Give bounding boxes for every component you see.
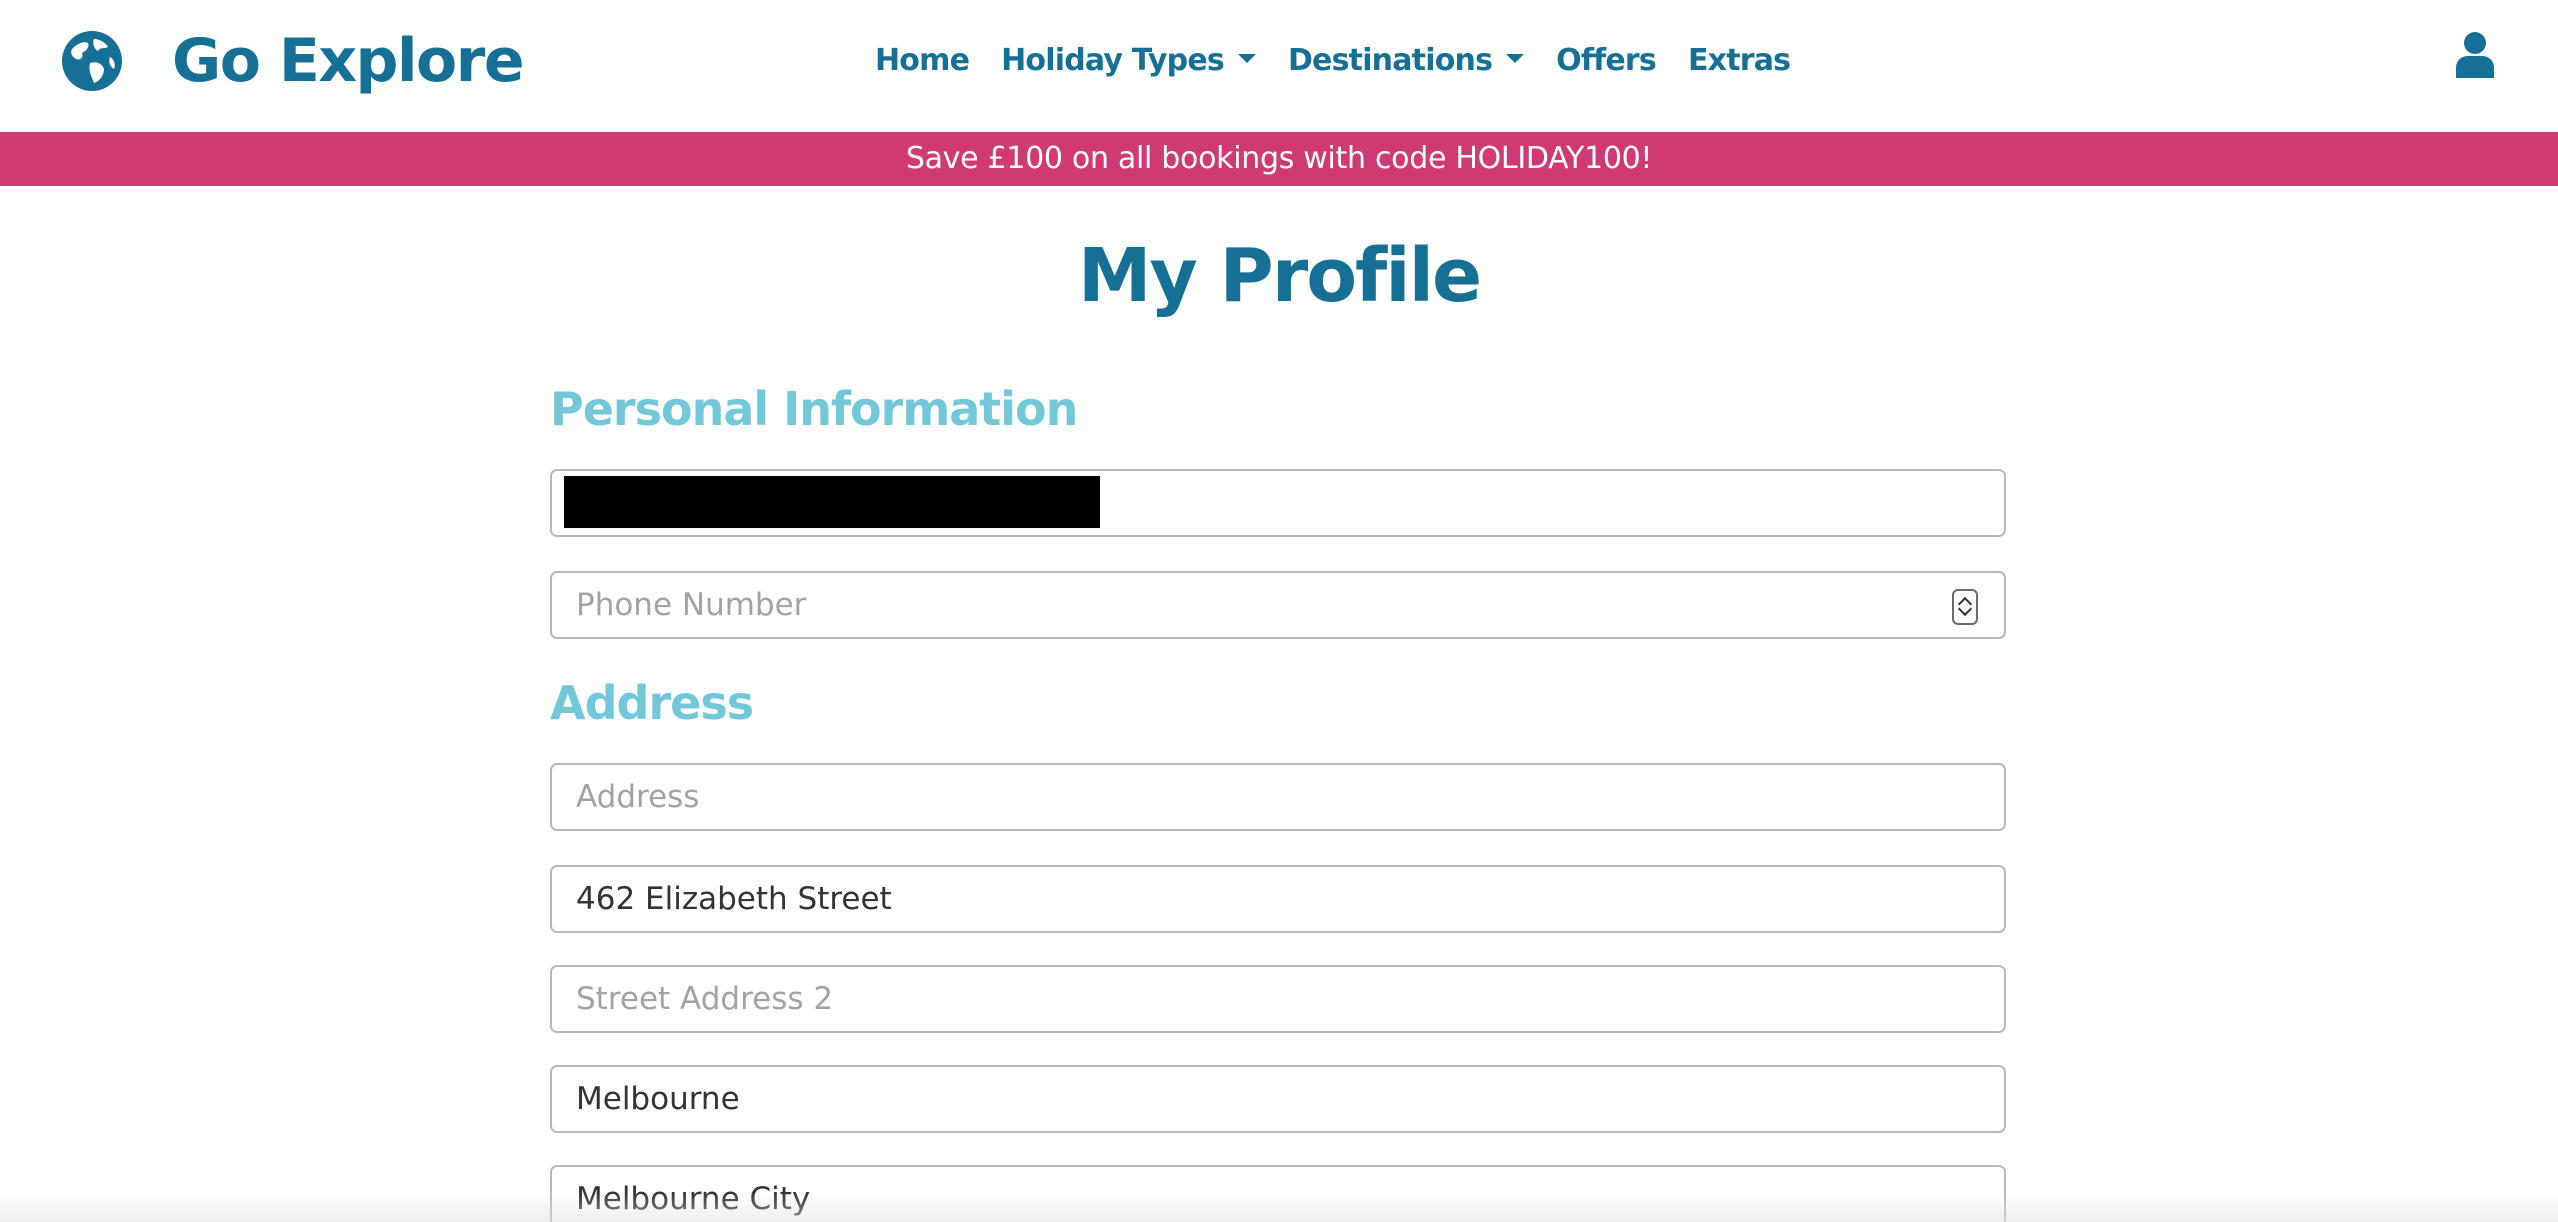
redacted-block (564, 476, 1100, 528)
nav-link-home[interactable]: Home (875, 42, 970, 78)
brand-name: Go Explore (172, 26, 525, 96)
phone-field[interactable] (550, 571, 2006, 639)
nav-item-home: Home (875, 42, 970, 78)
promo-text: Save £100 on all bookings with code HOLI… (905, 141, 1653, 176)
street-address-2-field[interactable] (550, 965, 2006, 1033)
globe-icon (62, 31, 122, 91)
account-button[interactable] (2456, 32, 2494, 78)
nav-dropdown-destinations[interactable]: Destinations (1287, 42, 1525, 78)
region-field[interactable] (550, 1165, 2006, 1222)
main-nav: Home Holiday Types Destinations Offers E… (875, 36, 1791, 84)
caret-down-icon (1506, 53, 1525, 63)
address-heading: Address (550, 676, 754, 730)
nav-label-home: Home (875, 42, 970, 78)
nav-label-destinations: Destinations (1287, 42, 1493, 78)
nav-dropdown-holiday-types[interactable]: Holiday Types (1001, 43, 1256, 78)
nav-label-holiday-types: Holiday Types (1001, 42, 1225, 78)
user-icon (2456, 32, 2494, 78)
phone-stepper[interactable] (1952, 589, 1978, 625)
caret-down-icon (1237, 53, 1256, 63)
city-field[interactable] (550, 1065, 2006, 1133)
nav-link-extras[interactable]: Extras (1687, 42, 1791, 78)
top-navbar: Go Explore Home Holiday Types Destinatio… (0, 0, 2558, 132)
nav-item-extras: Extras (1687, 42, 1791, 78)
personal-info-heading: Personal Information (550, 382, 1078, 436)
promo-banner: Save £100 on all bookings with code HOLI… (0, 132, 2558, 186)
page-title: My Profile (1077, 233, 1482, 319)
nav-item-holiday-types: Holiday Types (1001, 43, 1256, 78)
street-address-field[interactable] (550, 865, 2006, 933)
nav-link-offers[interactable]: Offers (1556, 42, 1657, 78)
address-field[interactable] (550, 763, 2006, 831)
nav-item-destinations: Destinations (1287, 42, 1525, 78)
brand-link[interactable]: Go Explore (60, 26, 525, 96)
nav-label-offers: Offers (1556, 42, 1657, 78)
nav-label-extras: Extras (1687, 42, 1791, 78)
nav-item-offers: Offers (1556, 42, 1657, 78)
